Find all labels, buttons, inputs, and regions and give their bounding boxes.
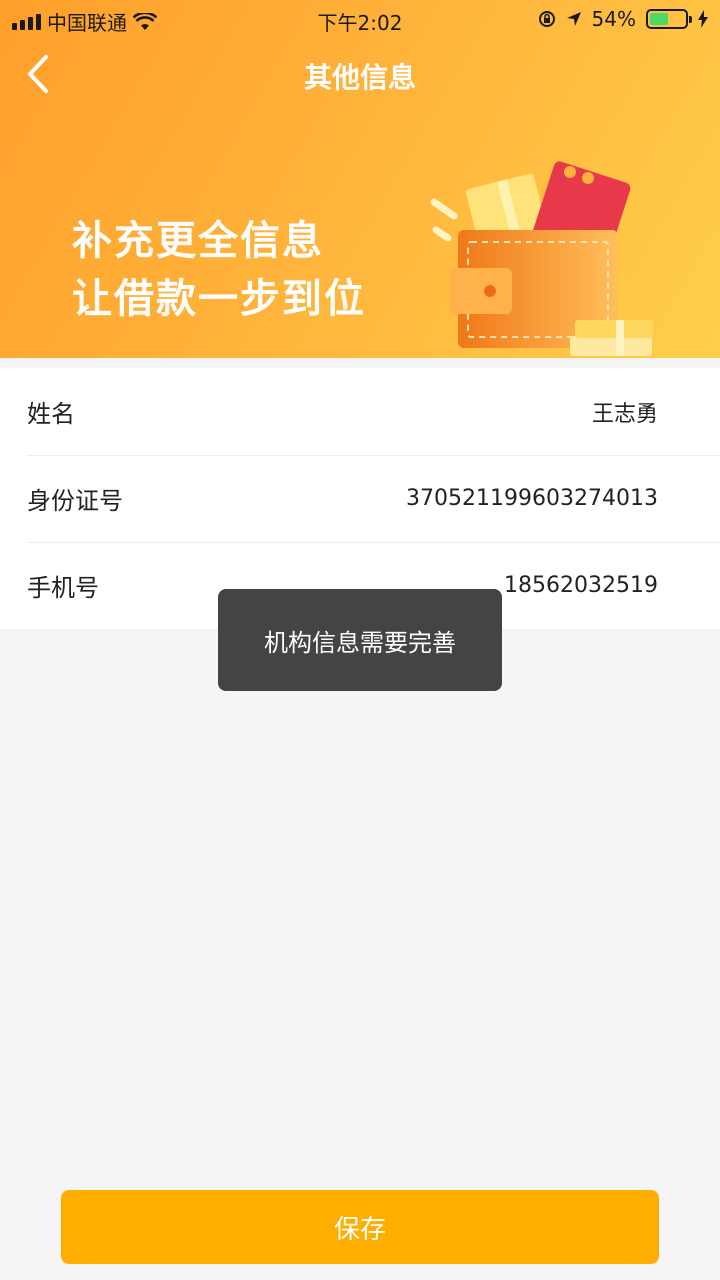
banner-line-1: 补充更全信息	[72, 218, 324, 264]
name-label: 姓名	[27, 400, 75, 428]
battery-icon	[646, 9, 692, 29]
location-icon	[566, 12, 581, 26]
page-title: 其他信息	[303, 61, 416, 94]
name-value: 王志勇	[591, 401, 658, 427]
phone-label: 手机号	[27, 574, 99, 602]
toast-message: 机构信息需要完善	[218, 589, 502, 691]
battery-percent: 54%	[591, 7, 636, 31]
save-button[interactable]: 保存	[61, 1190, 659, 1264]
banner-slogan: 补充更全信息 让借款一步到位	[72, 212, 366, 328]
id-number-value: 370521199603274013	[406, 486, 658, 511]
phone-value: 18562032519	[504, 573, 658, 598]
status-right: 54%	[538, 7, 708, 31]
status-bar: 中国联通 下午2:02 54%	[0, 0, 720, 40]
rotation-lock-icon	[538, 11, 555, 27]
info-row-id-number: 身份证号 370521199603274013	[0, 455, 720, 542]
charging-icon	[698, 10, 708, 28]
header-banner: 中国联通 下午2:02 54% 其他信息 补充更全信息 让借款一步到位	[0, 0, 720, 358]
wallet-illustration	[430, 161, 653, 356]
info-row-name: 姓名 王志勇	[0, 368, 720, 455]
banner-line-2: 让借款一步到位	[72, 276, 366, 322]
id-number-label: 身份证号	[27, 487, 123, 515]
